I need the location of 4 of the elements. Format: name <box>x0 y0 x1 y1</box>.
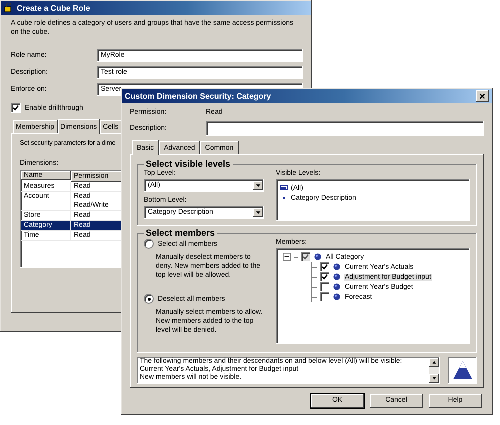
group-title: Select visible levels <box>145 159 232 169</box>
window-title: Create a Cube Role <box>17 4 92 12</box>
window-title: Custom Dimension Security: Category <box>125 92 272 100</box>
group-title: Select members <box>145 228 216 238</box>
